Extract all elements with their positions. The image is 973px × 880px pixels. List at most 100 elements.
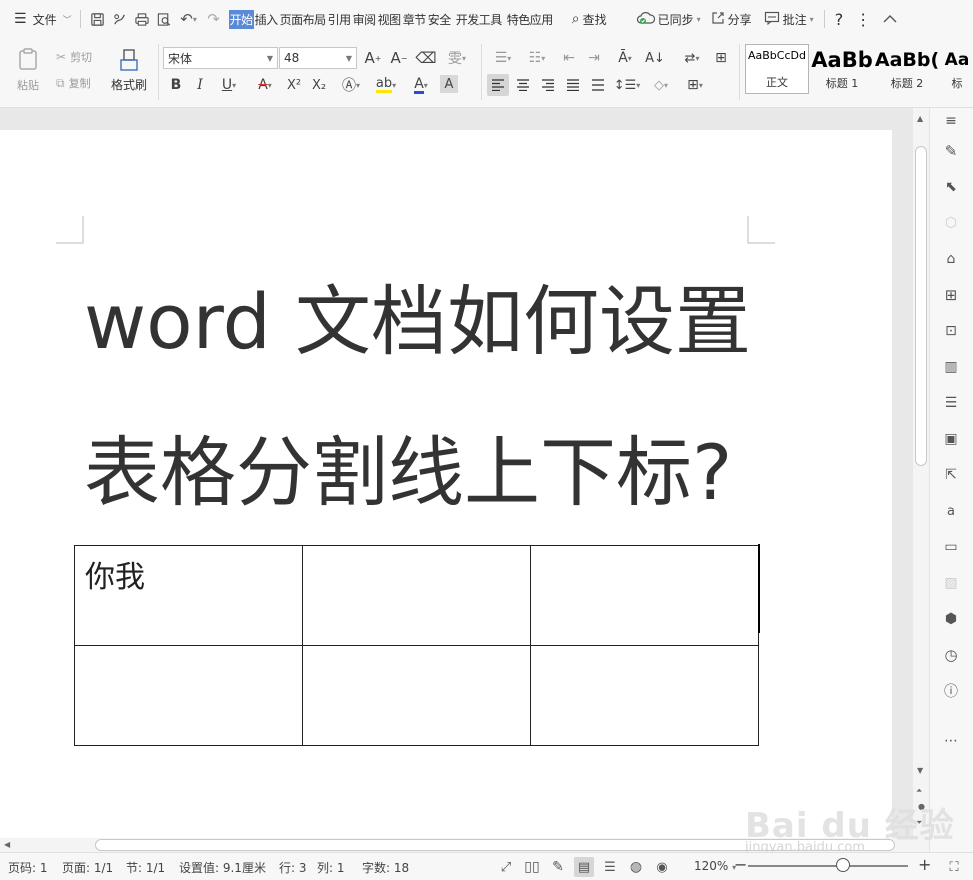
shield-icon[interactable]: ⬢ xyxy=(940,608,962,630)
subscript-button[interactable]: X₂ xyxy=(308,74,330,96)
print-preview-icon[interactable] xyxy=(153,8,175,30)
change-case-icon[interactable]: ⇄ ▾ xyxy=(676,47,708,69)
table-cell[interactable] xyxy=(74,645,303,746)
web-view-icon[interactable]: ◍ xyxy=(626,857,646,877)
paste-button[interactable]: 粘贴 xyxy=(8,44,48,96)
align-center-button[interactable] xyxy=(512,74,534,96)
strikethrough-icon[interactable]: A ▾ xyxy=(250,74,280,96)
chart-icon[interactable]: ▥ xyxy=(940,356,962,378)
decrease-indent-icon[interactable]: ⇤ xyxy=(558,47,580,69)
image-gallery-icon[interactable]: ▣ xyxy=(940,428,962,450)
comment-button[interactable]: 批注 ▾ xyxy=(762,7,816,31)
focus-mode-icon[interactable]: ⤢ xyxy=(496,857,516,877)
export-pdf-icon[interactable] xyxy=(109,8,131,30)
table-cell[interactable]: 你我 xyxy=(74,545,303,646)
zoom-out-button[interactable]: − xyxy=(734,855,747,874)
vertical-scroll-thumb[interactable] xyxy=(915,146,927,466)
more-icon[interactable]: ⋯ xyxy=(940,730,962,752)
table-cell[interactable] xyxy=(302,645,531,746)
justify-button[interactable] xyxy=(562,74,584,96)
search-button[interactable]: ⌕ 查找 xyxy=(570,7,609,31)
sync-status[interactable]: 已同步 ▾ xyxy=(635,7,703,31)
collapse-ribbon-icon[interactable] xyxy=(881,7,899,31)
font-name-select[interactable]: 宋体 ▼ xyxy=(163,47,278,69)
scroll-down-icon[interactable]: ▼ xyxy=(917,766,923,775)
zoom-in-button[interactable]: + xyxy=(918,855,931,874)
shading-icon[interactable]: ◇ ▾ xyxy=(646,74,676,96)
more-options-icon[interactable]: ⋮ xyxy=(853,7,873,31)
char-shading-icon[interactable]: A xyxy=(440,75,458,93)
document-title-line-1[interactable]: word 文档如何设置 xyxy=(84,284,751,360)
outline-view-icon[interactable]: ☰ xyxy=(600,857,620,877)
status-row[interactable]: 行: 3 xyxy=(279,859,307,876)
apps-grid-icon[interactable]: ⊡ xyxy=(940,320,962,342)
table-cell[interactable] xyxy=(530,545,759,646)
help-button[interactable]: ? xyxy=(833,7,846,31)
tab-home[interactable]: 开始 xyxy=(228,9,254,29)
line-spacing-icon[interactable]: ↕☰ ▾ xyxy=(612,74,642,96)
reading-mode-icon[interactable]: ▯▯ xyxy=(522,857,542,877)
style-normal[interactable]: AaBbCcDd 正文 xyxy=(745,44,809,94)
increase-indent-icon[interactable]: ⇥ xyxy=(583,47,605,69)
superscript-button[interactable]: X² xyxy=(283,74,305,96)
text-direction-icon[interactable]: Ā ▾ xyxy=(610,47,640,69)
style-heading-1[interactable]: AaBb 标题 1 xyxy=(811,44,873,94)
border-icon[interactable]: ⊞ ▾ xyxy=(680,74,710,96)
page-view-icon[interactable]: ▤ xyxy=(574,857,594,877)
highlight-icon[interactable]: ab ▾ xyxy=(370,74,402,96)
table-insert-icon[interactable]: ⊞ xyxy=(710,47,732,69)
phonetic-guide-icon[interactable]: 雯 ▾ xyxy=(442,47,472,69)
bullet-list-icon[interactable]: ☰ ▾ xyxy=(488,47,518,69)
scroll-left-icon[interactable]: ◀ xyxy=(4,840,10,849)
export-icon[interactable]: ⇱ xyxy=(940,464,962,486)
underline-button[interactable]: U ▾ xyxy=(214,74,244,96)
settings-sliders-icon[interactable]: ☰ xyxy=(940,392,962,414)
help-circle-icon[interactable]: ⓘ xyxy=(940,680,962,702)
format-painter-button[interactable]: 格式刷 xyxy=(108,44,150,96)
table-icon[interactable]: ⊞ xyxy=(940,284,962,306)
tab-view[interactable]: 视图 xyxy=(377,11,402,28)
collapse-pane-icon[interactable]: ≡ xyxy=(940,110,962,132)
status-section[interactable]: 节: 1/1 xyxy=(126,859,165,876)
picture-icon[interactable]: ▨ xyxy=(940,572,962,594)
shapes-icon[interactable]: ⬡ xyxy=(940,212,962,234)
zoom-level[interactable]: 120% ▾ xyxy=(694,859,736,873)
translate-icon[interactable]: a xyxy=(940,500,962,522)
undo-icon[interactable]: ↶ ▾ xyxy=(175,8,203,30)
fit-window-icon[interactable]: ⛶ xyxy=(944,857,964,877)
tab-special[interactable]: 特色应用 xyxy=(506,11,554,28)
tab-review[interactable]: 审阅 xyxy=(352,11,377,28)
font-color-icon[interactable]: A ▾ xyxy=(406,74,436,96)
status-setting[interactable]: 设置值: 9.1厘米 xyxy=(179,859,266,876)
print-icon[interactable] xyxy=(131,8,153,30)
history-clock-icon[interactable]: ◷ xyxy=(940,644,962,666)
bold-button[interactable]: B xyxy=(166,74,186,96)
status-column[interactable]: 列: 1 xyxy=(317,859,345,876)
copy-button[interactable]: ⧉ 复制 xyxy=(56,74,91,92)
table-cell[interactable] xyxy=(530,645,759,746)
style-heading-2[interactable]: AaBb( 标题 2 xyxy=(875,44,939,94)
stamp-icon[interactable]: ⌂ xyxy=(940,248,962,270)
align-right-button[interactable] xyxy=(537,74,559,96)
document-title-line-2[interactable]: 表格分割线上下标? xyxy=(84,435,732,511)
style-heading-3[interactable]: Aa 标 xyxy=(941,44,973,94)
archive-icon[interactable]: ▭ xyxy=(940,536,962,558)
status-word-count[interactable]: 字数: 18 xyxy=(362,859,409,876)
tab-references[interactable]: 引用 xyxy=(327,11,352,28)
clear-format-icon[interactable]: ⌫ xyxy=(415,47,437,69)
font-size-select[interactable]: 48 ▼ xyxy=(279,47,357,69)
pen-icon[interactable]: ✎ xyxy=(548,857,568,877)
scroll-up-icon[interactable]: ▲ xyxy=(917,114,923,123)
save-icon[interactable] xyxy=(87,8,109,30)
align-left-button[interactable] xyxy=(487,74,509,96)
text-effect-icon[interactable]: Ⓐ ▾ xyxy=(336,74,366,96)
tab-security[interactable]: 安全 xyxy=(427,11,452,28)
tab-chapter[interactable]: 章节 xyxy=(402,11,427,28)
zoom-slider-knob[interactable] xyxy=(836,858,850,872)
table-cell[interactable] xyxy=(302,545,531,646)
shrink-font-icon[interactable]: A − xyxy=(388,47,410,69)
italic-button[interactable]: I xyxy=(190,74,210,96)
file-menu[interactable]: ☰ 文件 ﹀ xyxy=(12,7,74,31)
select-pointer-icon[interactable]: ⬉ xyxy=(940,176,962,198)
sort-icon[interactable]: A↓ xyxy=(644,47,666,69)
